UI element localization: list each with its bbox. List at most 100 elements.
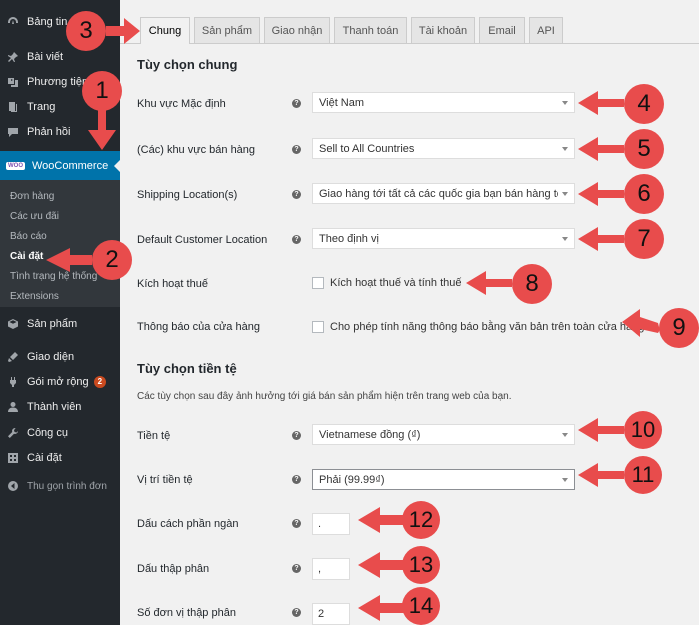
arrow-10 xyxy=(578,418,624,442)
tab-api[interactable]: API xyxy=(529,17,563,43)
pin-icon xyxy=(6,50,20,64)
arrow-12 xyxy=(358,507,404,533)
callout-9: 9 xyxy=(659,308,699,348)
currency-select[interactable]: Vietnamese đồng (₫) xyxy=(312,424,575,445)
store-notice-checkbox-label[interactable]: Cho phép tính năng thông báo bằng văn bả… xyxy=(330,321,644,333)
help-icon[interactable]: ? xyxy=(292,608,301,617)
selling-location-select[interactable]: Sell to All Countries xyxy=(312,138,575,159)
enable-taxes-checkbox[interactable] xyxy=(312,277,324,289)
dashboard-icon xyxy=(6,15,20,29)
chevron-down-icon xyxy=(562,236,568,241)
collapse-icon xyxy=(6,479,20,493)
callout-7: 7 xyxy=(624,219,664,259)
arrow-11 xyxy=(578,463,624,487)
submenu-system-status[interactable]: Tình trạng hệ thống xyxy=(10,271,97,282)
comment-icon xyxy=(6,125,20,139)
tab-bar-divider xyxy=(120,43,699,44)
menu-item-settings[interactable]: Cài đặt xyxy=(0,447,120,469)
appearance-icon xyxy=(6,350,20,364)
help-icon[interactable]: ? xyxy=(292,190,301,199)
callout-3: 3 xyxy=(66,11,106,51)
decimal-separator-input[interactable]: , xyxy=(312,558,350,580)
menu-label: Bài viết xyxy=(27,51,64,63)
select-value: Việt Nam xyxy=(319,96,365,109)
currency-options-description: Các tùy chọn sau đây ảnh hưởng tới giá b… xyxy=(137,391,512,402)
tab-shipping[interactable]: Giao nhận xyxy=(264,17,330,43)
collapse-menu-button[interactable]: Thu gọn trình đơn xyxy=(0,475,120,497)
arrow-8 xyxy=(466,271,512,295)
menu-item-woocommerce[interactable]: WOO WooCommerce xyxy=(0,151,120,181)
thousand-separator-label: Dấu cách phần ngàn xyxy=(137,518,239,530)
help-icon[interactable]: ? xyxy=(292,519,301,528)
shipping-location-select[interactable]: Giao hàng tới tất cả các quốc gia bạn bá… xyxy=(312,183,575,204)
menu-label: Trang xyxy=(27,101,56,113)
help-icon[interactable]: ? xyxy=(292,475,301,484)
chevron-down-icon xyxy=(562,100,568,105)
selling-location-label: (Các) khu vực bán hàng xyxy=(137,144,256,156)
callout-8: 8 xyxy=(512,264,552,304)
product-icon xyxy=(6,317,20,331)
menu-item-comments[interactable]: Phản hồi xyxy=(0,121,120,143)
menu-label: Phương tiện xyxy=(27,76,89,88)
select-value: Sell to All Countries xyxy=(319,142,415,155)
thousand-separator-input[interactable]: . xyxy=(312,513,350,535)
tab-email[interactable]: Email xyxy=(479,17,525,43)
arrow-4 xyxy=(578,91,624,115)
decimals-input[interactable]: 2 xyxy=(312,603,350,625)
currency-position-label: Vị trí tiền tệ xyxy=(137,474,193,486)
arrow-6 xyxy=(578,182,624,206)
menu-item-users[interactable]: Thành viên xyxy=(0,396,120,418)
submenu-coupons[interactable]: Các ưu đãi xyxy=(10,211,59,222)
menu-item-products[interactable]: Sản phẩm xyxy=(0,313,120,335)
currency-position-select[interactable]: Phải (99.99₫) xyxy=(312,469,575,490)
help-icon[interactable]: ? xyxy=(292,235,301,244)
base-location-select[interactable]: Việt Nam xyxy=(312,92,575,113)
currency-label: Tiền tệ xyxy=(137,430,171,442)
menu-item-appearance[interactable]: Giao diện xyxy=(0,346,120,368)
menu-label: Công cụ xyxy=(27,427,68,439)
arrow-5 xyxy=(578,137,624,161)
select-value: Phải (99.99₫) xyxy=(319,473,385,486)
menu-item-posts[interactable]: Bài viết xyxy=(0,46,120,68)
tab-payments[interactable]: Thanh toán xyxy=(334,17,407,43)
tab-general[interactable]: Chung xyxy=(140,17,190,44)
submenu-settings[interactable]: Cài đặt xyxy=(10,251,43,262)
active-indicator xyxy=(114,160,120,172)
chevron-down-icon xyxy=(562,146,568,151)
enable-taxes-checkbox-label[interactable]: Kích hoạt thuế và tính thuế xyxy=(330,277,461,289)
submenu-extensions[interactable]: Extensions xyxy=(10,291,59,302)
submenu-orders[interactable]: Đơn hàng xyxy=(10,191,54,202)
menu-label: Thu gọn trình đơn xyxy=(27,480,107,492)
callout-2: 2 xyxy=(92,240,132,280)
update-count-badge: 2 xyxy=(93,376,107,388)
enable-taxes-label: Kích hoạt thuế xyxy=(137,278,208,290)
menu-item-tools[interactable]: Công cụ xyxy=(0,422,120,444)
help-icon[interactable]: ? xyxy=(292,145,301,154)
woo-icon: WOO xyxy=(6,162,25,170)
callout-11: 11 xyxy=(624,456,662,494)
help-icon[interactable]: ? xyxy=(292,431,301,440)
tab-products[interactable]: Sản phẩm xyxy=(194,17,260,43)
currency-options-heading: Tùy chọn tiền tệ xyxy=(137,361,237,376)
chevron-down-icon xyxy=(562,477,568,482)
menu-item-plugins[interactable]: Gói mở rộng 2 xyxy=(0,371,120,393)
callout-14: 14 xyxy=(402,587,440,625)
decimals-label: Số đơn vị thập phân xyxy=(137,607,236,619)
store-notice-checkbox[interactable] xyxy=(312,321,324,333)
callout-12: 12 xyxy=(402,501,440,539)
chevron-down-icon xyxy=(562,191,568,196)
select-value: Theo định vị xyxy=(319,232,379,245)
customer-location-select[interactable]: Theo định vị xyxy=(312,228,575,249)
submenu-reports[interactable]: Báo cáo xyxy=(10,231,47,242)
help-icon[interactable]: ? xyxy=(292,564,301,573)
arrow-13 xyxy=(358,552,404,578)
tools-icon xyxy=(6,426,20,440)
user-icon xyxy=(6,400,20,414)
menu-label: Gói mở rộng xyxy=(27,376,89,388)
help-icon[interactable]: ? xyxy=(292,99,301,108)
tab-accounts[interactable]: Tài khoản xyxy=(411,17,475,43)
menu-label: Bảng tin xyxy=(27,16,68,28)
menu-label: Phản hồi xyxy=(27,126,71,138)
menu-label: Thành viên xyxy=(27,401,82,413)
customer-location-label: Default Customer Location xyxy=(137,234,268,246)
